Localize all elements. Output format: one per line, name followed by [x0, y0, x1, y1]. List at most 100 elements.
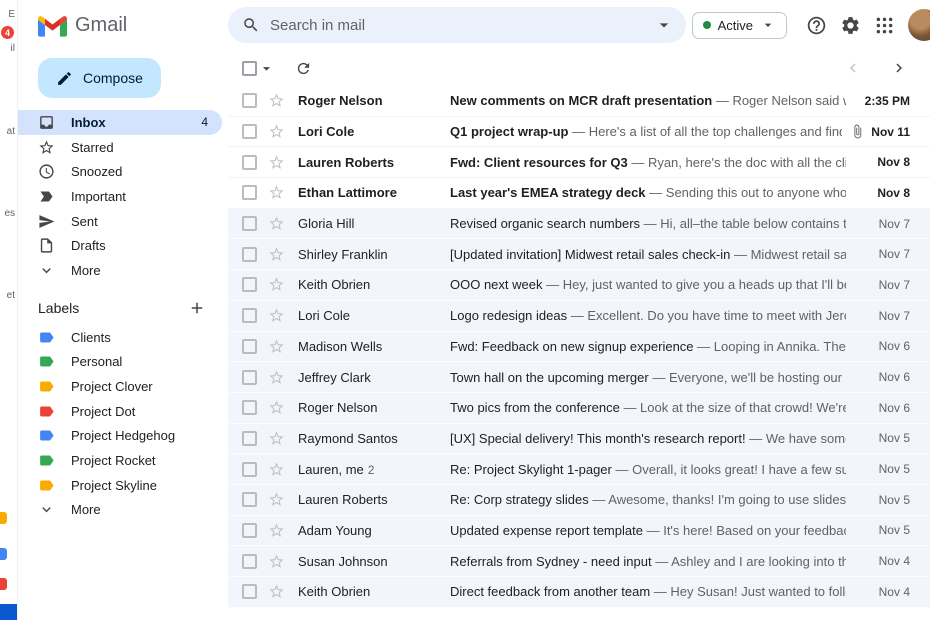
sidebar-label-personal[interactable]: Personal — [18, 350, 222, 375]
select-caret-icon[interactable] — [258, 60, 275, 77]
sidebar-label-project-skyline[interactable]: Project Skyline — [18, 473, 222, 498]
email-row[interactable]: Ethan Lattimore Last year's EMEA strateg… — [228, 178, 930, 209]
email-subject-line: Re: Corp strategy slides — Awesome, than… — [450, 492, 846, 507]
settings-gear-icon[interactable] — [840, 15, 861, 36]
email-checkbox[interactable] — [242, 93, 257, 109]
star-icon[interactable] — [268, 92, 285, 109]
email-subject-line: [Updated invitation] Midwest retail sale… — [450, 247, 846, 262]
email-subject: Updated expense report template — [450, 522, 643, 538]
compose-button[interactable]: Compose — [38, 58, 161, 98]
strip-fragment: il — [10, 43, 15, 54]
email-row[interactable]: Susan Johnson Referrals from Sydney - ne… — [228, 546, 930, 577]
email-checkbox[interactable] — [242, 308, 257, 324]
apps-grid-icon[interactable] — [874, 15, 895, 36]
sidebar-item-more[interactable]: More — [18, 258, 222, 283]
email-row[interactable]: Jeffrey Clark Town hall on the upcoming … — [228, 362, 930, 393]
email-row[interactable]: Lori Cole Q1 project wrap-up — Here's a … — [228, 116, 930, 148]
email-sender: Roger Nelson — [298, 400, 378, 416]
email-date: Nov 5 — [878, 431, 910, 446]
sidebar-label-clients[interactable]: Clients — [18, 325, 222, 350]
email-row[interactable]: Shirley Franklin [Updated invitation] Mi… — [228, 239, 930, 271]
sidebar-label-project-rocket[interactable]: Project Rocket — [18, 448, 222, 473]
older-page-icon[interactable] — [890, 59, 908, 77]
sidebar-label-more[interactable]: More — [18, 498, 222, 523]
sidebar-item-label: Important — [71, 188, 126, 204]
gmail-logo-icon — [38, 14, 67, 37]
search-options-caret-icon[interactable] — [654, 15, 674, 35]
sidebar-item-snoozed[interactable]: Snoozed — [18, 159, 222, 184]
email-row[interactable]: Gloria Hill Revised organic search numbe… — [228, 208, 930, 240]
profile-avatar[interactable] — [908, 9, 930, 41]
star-icon[interactable] — [268, 430, 285, 447]
sidebar-label-project-clover[interactable]: Project Clover — [18, 374, 222, 399]
email-checkbox[interactable] — [242, 246, 257, 262]
star-icon[interactable] — [268, 399, 285, 416]
email-checkbox[interactable] — [242, 553, 257, 569]
star-icon[interactable] — [268, 276, 285, 293]
email-row[interactable]: Roger Nelson New comments on MCR draft p… — [228, 86, 930, 117]
email-checkbox[interactable] — [242, 461, 257, 477]
sidebar-item-sent[interactable]: Sent — [18, 209, 222, 234]
star-icon[interactable] — [268, 491, 285, 508]
gmail-logo[interactable]: Gmail — [18, 14, 228, 37]
star-icon[interactable] — [268, 184, 285, 201]
star-icon[interactable] — [268, 307, 285, 324]
email-row[interactable]: Keith Obrien OOO next week — Hey, just w… — [228, 270, 930, 301]
app-title: Gmail — [75, 13, 128, 36]
email-checkbox[interactable] — [242, 430, 257, 446]
sidebar-item-starred[interactable]: Starred — [18, 135, 222, 160]
email-subject: Re: Corp strategy slides — [450, 492, 589, 508]
star-icon[interactable] — [268, 522, 285, 539]
star-icon[interactable] — [268, 338, 285, 355]
email-subject: Revised organic search numbers — [450, 216, 641, 232]
email-row[interactable]: Adam Young Updated expense report templa… — [228, 515, 930, 547]
star-icon[interactable] — [268, 553, 285, 570]
email-row[interactable]: Madison Wells Fwd: Feedback on new signu… — [228, 331, 930, 363]
email-checkbox[interactable] — [242, 369, 257, 385]
email-sender: Adam Young — [298, 522, 372, 538]
star-icon[interactable] — [268, 461, 285, 478]
sidebar-label-project-hedgehog[interactable]: Project Hedgehog — [18, 424, 222, 449]
email-checkbox[interactable] — [242, 154, 257, 170]
email-row[interactable]: Lauren, me 2 Re: Project Skylight 1-pager… — [228, 454, 930, 485]
email-row[interactable]: Roger Nelson Two pics from the conferenc… — [228, 392, 930, 424]
sidebar-item-inbox[interactable]: Inbox 4 — [18, 110, 222, 135]
star-icon[interactable] — [268, 154, 285, 171]
sidebar-item-important[interactable]: Important — [18, 184, 222, 209]
refresh-icon[interactable] — [295, 60, 312, 77]
email-row[interactable]: Lori Cole Logo redesign ideas — Excellen… — [228, 300, 930, 332]
email-checkbox[interactable] — [242, 185, 257, 201]
star-icon[interactable] — [268, 246, 285, 263]
email-checkbox[interactable] — [242, 400, 257, 416]
email-checkbox[interactable] — [242, 522, 257, 538]
email-meta: Nov 5 — [854, 462, 910, 476]
select-all-checkbox[interactable] — [242, 60, 257, 76]
newer-page-icon[interactable] — [844, 59, 862, 77]
add-label-icon[interactable] — [188, 299, 206, 317]
email-sender: Lauren Roberts — [298, 154, 395, 170]
topbar: Gmail Search in mail Active — [18, 0, 930, 50]
email-row[interactable]: Lauren Roberts Fwd: Client resources for… — [228, 147, 930, 179]
email-checkbox[interactable] — [242, 124, 257, 140]
search-input[interactable]: Search in mail — [228, 7, 686, 43]
email-checkbox[interactable] — [242, 216, 257, 232]
email-meta: Nov 8 — [854, 186, 910, 200]
star-icon[interactable] — [268, 369, 285, 386]
email-row[interactable]: Keith Obrien Direct feedback from anothe… — [228, 577, 930, 608]
email-checkbox[interactable] — [242, 277, 257, 293]
help-icon[interactable] — [806, 15, 827, 36]
email-subject-line: New comments on MCR draft presentation —… — [450, 93, 846, 108]
email-checkbox[interactable] — [242, 338, 257, 354]
star-icon[interactable] — [268, 583, 285, 600]
sidebar-label-project-dot[interactable]: Project Dot — [18, 399, 222, 424]
sidebar-item-drafts[interactable]: Drafts — [18, 233, 222, 258]
email-meta: Nov 4 — [854, 554, 910, 568]
email-checkbox[interactable] — [242, 584, 257, 600]
email-subject-line: Town hall on the upcoming merger — Every… — [450, 370, 846, 385]
star-icon[interactable] — [268, 215, 285, 232]
email-row[interactable]: Raymond Santos [UX] Special delivery! Th… — [228, 423, 930, 455]
email-checkbox[interactable] — [242, 492, 257, 508]
email-row[interactable]: Lauren Roberts Re: Corp strategy slides … — [228, 484, 930, 516]
star-icon[interactable] — [268, 123, 285, 140]
status-selector[interactable]: Active — [691, 11, 787, 39]
